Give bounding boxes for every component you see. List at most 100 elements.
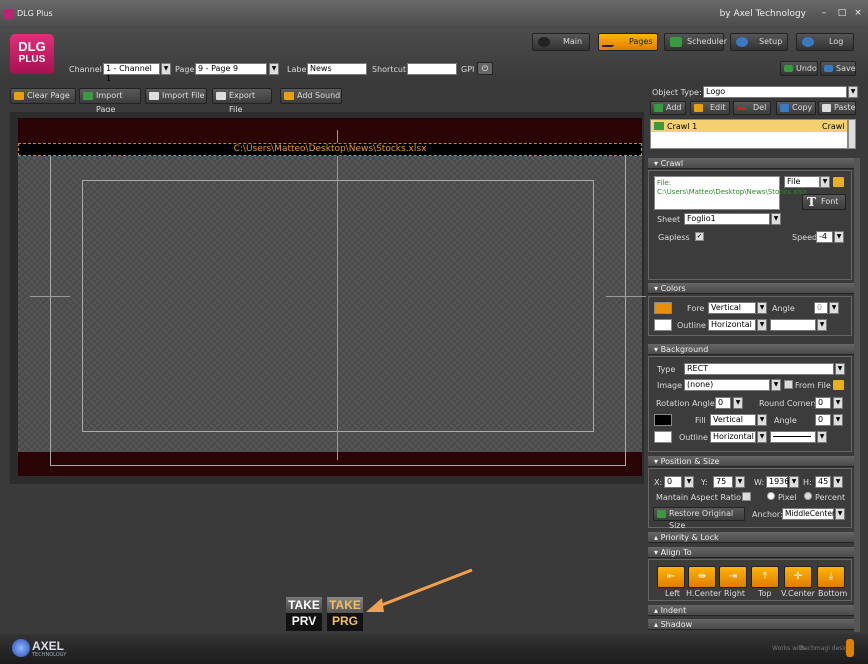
outline-mode-select[interactable]: Horizontal xyxy=(708,319,756,331)
bg-type-select[interactable]: RECT xyxy=(684,363,834,375)
round-corners-dropdown-icon[interactable]: ▼ xyxy=(833,397,843,409)
close-button[interactable]: × xyxy=(852,8,864,18)
take-prv-button[interactable]: PRV xyxy=(286,613,322,631)
gapless-checkbox[interactable]: ✓ xyxy=(695,232,704,241)
crawl-source-dropdown-icon[interactable]: ▼ xyxy=(820,176,830,188)
speed-input[interactable]: -4 xyxy=(816,231,833,243)
nav-pages-button[interactable]: Pages xyxy=(598,33,658,51)
export-file-button[interactable]: Export File xyxy=(212,88,272,114)
h-input[interactable]: 45 xyxy=(815,476,831,488)
align-hcenter-button[interactable]: ⇹ xyxy=(688,566,716,588)
import-file-button[interactable]: Import File xyxy=(145,88,207,104)
take-prv-top[interactable]: TAKE xyxy=(286,597,322,613)
clear-page-button[interactable]: Clear Page xyxy=(10,88,76,104)
fore-color-swatch[interactable] xyxy=(654,302,672,314)
align-right-button[interactable]: ⇥ xyxy=(719,566,747,588)
take-prg-top[interactable]: TAKE xyxy=(327,597,363,613)
nav-log-button[interactable]: Log xyxy=(796,33,854,51)
take-prg-button[interactable]: PRG xyxy=(327,613,363,631)
folder-icon[interactable] xyxy=(833,177,844,187)
page-select[interactable]: 9 - Page 9 xyxy=(195,63,267,75)
align-left-button[interactable]: ⇤ xyxy=(657,566,685,588)
bg-angle-input[interactable]: 0 xyxy=(815,414,831,426)
add-object-button[interactable]: Add xyxy=(650,101,686,115)
color-angle-input[interactable]: 0 xyxy=(814,302,828,314)
fore-mode-dropdown-icon[interactable]: ▼ xyxy=(757,302,767,314)
bg-outline-mode-dropdown-icon[interactable]: ▼ xyxy=(757,431,767,443)
bg-outline-mode-select[interactable]: Horizontal xyxy=(710,431,756,443)
font-button[interactable]: T Font xyxy=(802,194,846,210)
colors-section-header[interactable]: ▾ Colors xyxy=(648,283,854,294)
object-type-dropdown-icon[interactable]: ▼ xyxy=(848,86,858,98)
page-dropdown-icon[interactable]: ▼ xyxy=(269,63,279,75)
edit-object-button[interactable]: Edit xyxy=(690,101,730,115)
label-input[interactable]: News xyxy=(307,63,367,75)
aspect-ratio-checkbox[interactable] xyxy=(742,492,751,501)
panel-scrollbar[interactable] xyxy=(854,158,860,632)
nav-main-button[interactable]: Main xyxy=(532,33,590,51)
percent-radio[interactable] xyxy=(804,492,812,500)
copy-object-button[interactable]: Copy xyxy=(776,101,816,115)
anchor-dropdown-icon[interactable]: ▼ xyxy=(835,508,845,520)
round-corners-input[interactable]: 0 xyxy=(815,397,831,409)
outline-style-dropdown-icon[interactable]: ▼ xyxy=(817,319,827,331)
undo-button[interactable]: Undo xyxy=(780,61,818,76)
bg-folder-icon[interactable] xyxy=(833,380,844,390)
h-dropdown-icon[interactable]: ▼ xyxy=(833,476,843,488)
add-sound-button[interactable]: Add Sound xyxy=(280,88,342,104)
sheet-dropdown-icon[interactable]: ▼ xyxy=(771,213,781,225)
bg-angle-dropdown-icon[interactable]: ▼ xyxy=(833,414,843,426)
channel-dropdown-icon[interactable]: ▼ xyxy=(161,63,171,75)
delete-object-button[interactable]: Del xyxy=(733,101,771,115)
crawl-section-header[interactable]: ▾ Crawl xyxy=(648,158,854,169)
fore-mode-select[interactable]: Vertical xyxy=(708,302,756,314)
outline-mode-dropdown-icon[interactable]: ▼ xyxy=(757,319,767,331)
fill-mode-dropdown-icon[interactable]: ▼ xyxy=(757,414,767,426)
object-list-scrollbar[interactable] xyxy=(848,119,856,149)
rotation-dropdown-icon[interactable]: ▼ xyxy=(733,397,743,409)
w-input[interactable]: 1936 xyxy=(766,476,789,488)
crawl-source-select[interactable]: File xyxy=(784,176,820,188)
bg-outline-style-dropdown-icon[interactable]: ▼ xyxy=(817,431,827,443)
position-section-header[interactable]: ▾ Position & Size xyxy=(648,456,854,467)
crawl-file-path[interactable]: File: C:\Users\Matteo\Desktop\News\Stock… xyxy=(654,176,807,210)
channel-select[interactable]: 1 - Channel 1 xyxy=(103,63,160,83)
sheet-select[interactable]: Foglio1 xyxy=(684,213,770,225)
from-file-checkbox[interactable] xyxy=(784,380,793,389)
y-input[interactable]: 75 xyxy=(713,476,733,488)
object-type-select[interactable]: Logo xyxy=(703,86,847,98)
fill-mode-select[interactable]: Vertical xyxy=(710,414,756,426)
align-section-header[interactable]: ▾ Align To xyxy=(648,547,854,558)
gpi-power-icon[interactable]: ⏻ xyxy=(477,62,493,75)
w-dropdown-icon[interactable]: ▼ xyxy=(789,476,799,488)
outline-style-select[interactable] xyxy=(770,319,816,331)
maximize-button[interactable]: □ xyxy=(836,8,848,18)
bg-outline-style-select[interactable] xyxy=(770,431,816,443)
bg-outline-swatch[interactable] xyxy=(654,431,672,443)
import-page-button[interactable]: Import Page xyxy=(79,88,141,114)
minimize-button[interactable]: – xyxy=(818,8,830,18)
rotation-input[interactable]: 0 xyxy=(715,397,731,409)
x-input[interactable]: 0 xyxy=(664,476,682,488)
save-button[interactable]: Save xyxy=(820,61,856,76)
nav-scheduler-button[interactable]: Scheduler xyxy=(664,33,727,51)
fill-color-swatch[interactable] xyxy=(654,414,672,426)
align-top-button[interactable]: ⤒ xyxy=(751,566,779,588)
anchor-select[interactable]: MiddleCenter xyxy=(782,508,835,520)
priority-section-header[interactable]: ▴ Priority & Lock xyxy=(648,532,854,543)
bg-image-select[interactable]: (none) xyxy=(684,379,770,391)
indent-section-header[interactable]: ▴ Indent xyxy=(648,605,854,616)
speed-dropdown-icon[interactable]: ▼ xyxy=(834,231,844,243)
background-section-header[interactable]: ▾ Background xyxy=(648,344,854,355)
bg-type-dropdown-icon[interactable]: ▼ xyxy=(835,363,845,375)
outline-color-swatch[interactable] xyxy=(654,319,672,331)
shortcut-input[interactable] xyxy=(407,63,457,75)
restore-size-button[interactable]: Restore Original Size xyxy=(653,507,745,530)
y-dropdown-icon[interactable]: ▼ xyxy=(735,476,745,488)
shadow-section-header[interactable]: ▴ Shadow xyxy=(648,619,854,630)
nav-setup-button[interactable]: Setup xyxy=(730,33,788,51)
x-dropdown-icon[interactable]: ▼ xyxy=(684,476,694,488)
color-angle-dropdown-icon[interactable]: ▼ xyxy=(829,302,839,314)
align-vcenter-button[interactable]: ✛ xyxy=(784,566,812,588)
paste-object-button[interactable]: Paste xyxy=(818,101,856,115)
